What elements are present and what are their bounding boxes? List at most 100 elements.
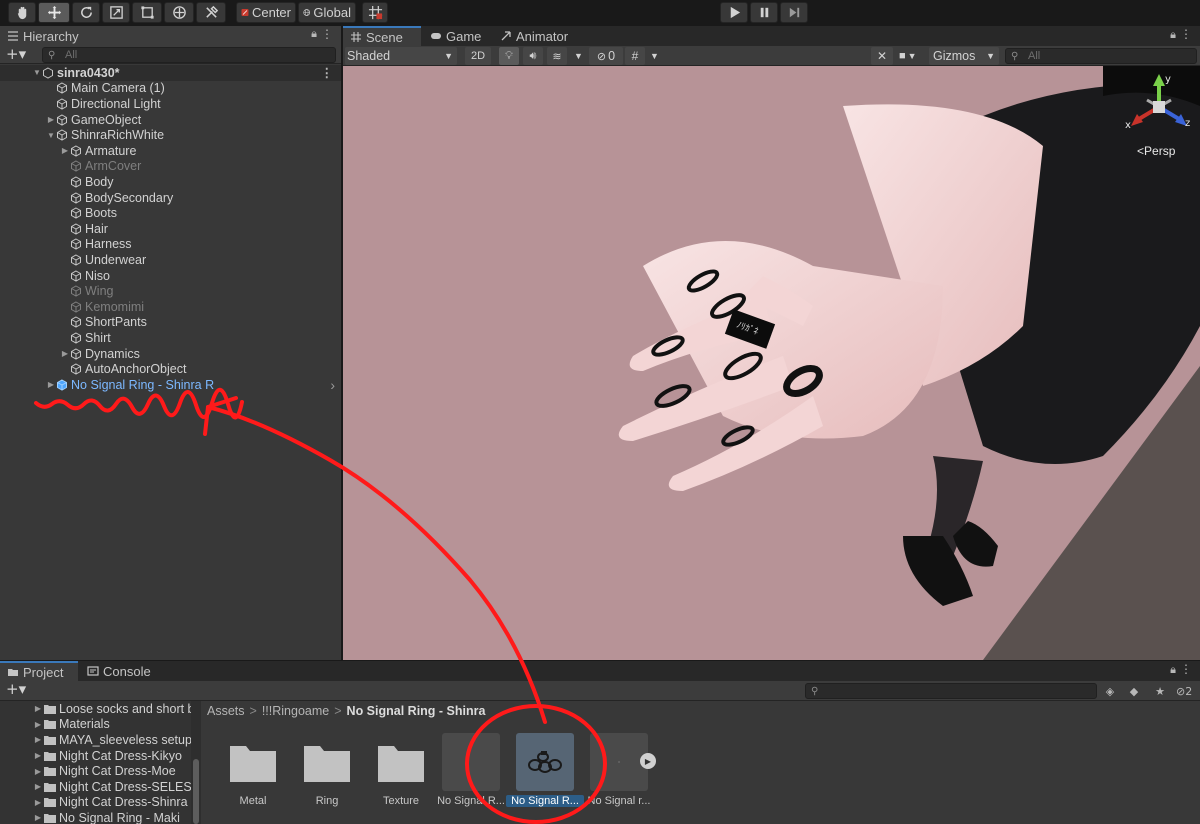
scene-viewport[interactable]: ﾉﾘｶﾞﾈ y x z <Persp (343, 66, 1200, 660)
hierarchy-item[interactable]: Harness (0, 237, 341, 253)
move-tool-button[interactable] (38, 2, 70, 23)
asset-folder-texture[interactable]: Texture (366, 729, 436, 819)
more-icon[interactable]: ⋮ (321, 27, 333, 41)
project-folder-item[interactable]: ▶ Night Cat Dress-SELES (0, 779, 195, 795)
hierarchy-item[interactable]: BodySecondary (0, 190, 341, 206)
hierarchy-item[interactable]: Underwear (0, 252, 341, 268)
tab-game[interactable]: Game (423, 26, 488, 46)
lighting-toggle[interactable]: 💡︎ (499, 47, 519, 65)
breadcrumb-current[interactable]: No Signal Ring - Shinra (347, 704, 486, 718)
expand-arrow-icon[interactable]: ▼ (46, 131, 56, 140)
shading-mode-dropdown[interactable]: Shaded ▼ (345, 47, 457, 65)
hierarchy-item[interactable]: Body (0, 174, 341, 190)
step-button[interactable] (780, 2, 808, 23)
space-mode-button[interactable]: Global (298, 2, 356, 23)
expand-arrow-icon[interactable]: ▶ (60, 349, 70, 358)
expand-arrow-icon[interactable]: ▶ (32, 720, 44, 729)
orientation-gizmo[interactable]: y x z <Persp (1125, 72, 1195, 162)
tab-project[interactable]: Project (0, 661, 78, 681)
filter-by-label-icon[interactable]: ◆ (1126, 684, 1142, 698)
hierarchy-item[interactable]: Niso (0, 268, 341, 284)
expand-asset-arrow-icon[interactable]: ▶ (640, 753, 656, 769)
lock-icon[interactable]: 🔒︎ (311, 28, 317, 41)
project-folder-item[interactable]: ▶ Loose socks and short b (0, 701, 195, 717)
hierarchy-item[interactable]: ▶ Armature (0, 143, 341, 159)
favorites-star-icon[interactable]: ★ (1152, 684, 1168, 698)
project-tree-scrollbar[interactable] (191, 701, 201, 824)
asset-folder-ring[interactable]: Ring (292, 729, 362, 819)
hierarchy-item[interactable]: ShortPants (0, 315, 341, 331)
tab-animator[interactable]: Animator (493, 26, 575, 46)
grid-snap-button[interactable] (362, 2, 388, 23)
camera-dropdown[interactable]: ■ ▼ (899, 47, 917, 65)
rect-tool-button[interactable] (132, 2, 162, 23)
add-object-button[interactable]: +▾ (6, 45, 26, 63)
expand-arrow-icon[interactable]: ▶ (32, 751, 44, 760)
breadcrumb-ringoame[interactable]: !!!Ringoame (262, 704, 329, 718)
expand-arrow-icon[interactable]: ▶ (46, 115, 56, 124)
transform-tool-button[interactable] (164, 2, 194, 23)
expand-arrow-icon[interactable]: ▶ (32, 782, 44, 791)
rotate-tool-button[interactable] (72, 2, 100, 23)
scene-lock-icon[interactable]: 🔒︎ (1170, 28, 1176, 42)
hierarchy-item[interactable]: ▶ GameObject (0, 112, 341, 128)
audio-toggle[interactable]: 🔊︎ (523, 47, 543, 65)
grid-toggle[interactable]: # (625, 47, 645, 65)
asset-folder-metal[interactable]: Metal (218, 729, 288, 819)
project-search-input[interactable]: ⚲ (805, 683, 1097, 699)
hierarchy-item[interactable]: Boots (0, 205, 341, 221)
effects-dropdown[interactable]: ▼ (574, 47, 583, 65)
hierarchy-item[interactable]: Kemomimi (0, 299, 341, 315)
hierarchy-search-input[interactable]: ⚲ All (42, 47, 336, 63)
hand-tool-button[interactable] (8, 2, 36, 23)
scene-more-icon[interactable]: ⋮ (321, 65, 334, 80)
expand-arrow-icon[interactable]: ▶ (32, 813, 44, 822)
grid-dropdown[interactable]: ▼ (650, 47, 659, 65)
expand-arrow-icon[interactable]: ▶ (60, 146, 70, 155)
expand-arrow-icon[interactable]: ▶ (32, 704, 44, 713)
project-lock-icon[interactable]: 🔒︎ (1170, 663, 1176, 677)
hierarchy-item[interactable]: Wing (0, 283, 341, 299)
project-folder-item[interactable]: ▶ Night Cat Dress-Kikyo (0, 748, 195, 764)
expand-arrow-icon[interactable]: ▶ (32, 767, 44, 776)
scale-tool-button[interactable] (102, 2, 130, 23)
projection-toggle[interactable]: <Persp (1137, 144, 1175, 158)
asset-prefab-1[interactable]: No Signal R... (436, 729, 506, 819)
pivot-mode-button[interactable]: Center (236, 2, 296, 23)
hierarchy-item[interactable]: Hair (0, 221, 341, 237)
scene-more-icon[interactable]: ⋮ (1180, 27, 1192, 41)
hierarchy-item[interactable]: ▼ ShinraRichWhite (0, 127, 341, 143)
tab-hierarchy[interactable]: Hierarchy 🔒︎ ⋮ (0, 26, 341, 46)
asset-mesh-3[interactable]: · No Signal r... (584, 729, 654, 819)
hidden-objects-toggle[interactable]: ⊘ 0 (589, 47, 623, 65)
hierarchy-item[interactable]: Shirt (0, 330, 341, 346)
hierarchy-item[interactable]: Directional Light (0, 96, 341, 112)
pause-button[interactable] (750, 2, 778, 23)
asset-prefab-2-selected[interactable]: No Signal R... (506, 729, 584, 819)
filter-by-type-icon[interactable]: ◈ (1102, 684, 1118, 698)
project-folder-item[interactable]: ▶ MAYA_sleeveless setup (0, 732, 195, 748)
breadcrumb-assets[interactable]: Assets (207, 704, 245, 718)
toggle-2d-button[interactable]: 2D (465, 47, 491, 65)
scrollbar-thumb[interactable] (193, 759, 199, 824)
hierarchy-item[interactable]: ▶ No Signal Ring - Shinra R › (0, 377, 341, 393)
effects-toggle[interactable]: ≋ (547, 47, 567, 65)
create-asset-button[interactable]: +▾ (6, 680, 26, 698)
prefab-open-chevron-icon[interactable]: › (330, 377, 335, 393)
expand-arrow-icon[interactable]: ▼ (32, 68, 42, 77)
hidden-packages-toggle[interactable]: ⊘ 2 (1176, 684, 1200, 698)
project-more-icon[interactable]: ⋮ (1180, 662, 1192, 676)
hierarchy-item[interactable]: ▶ Dynamics (0, 346, 341, 362)
hierarchy-item[interactable]: ArmCover (0, 159, 341, 175)
expand-arrow-icon[interactable]: ▶ (46, 380, 56, 389)
tab-scene[interactable]: Scene (343, 26, 421, 46)
play-button[interactable] (720, 2, 748, 23)
tools-toggle[interactable]: ✕ (871, 47, 893, 65)
hierarchy-item[interactable]: Main Camera (1) (0, 81, 341, 97)
hierarchy-item[interactable]: AutoAnchorObject (0, 361, 341, 377)
custom-tool-button[interactable] (196, 2, 226, 23)
project-folder-item[interactable]: ▶ Night Cat Dress-Shinra (0, 795, 195, 811)
project-folder-item[interactable]: ▶ Materials (0, 717, 195, 733)
scene-root-row[interactable]: ▼ sinra0430* ⋮ (0, 65, 341, 81)
expand-arrow-icon[interactable]: ▶ (32, 735, 44, 744)
